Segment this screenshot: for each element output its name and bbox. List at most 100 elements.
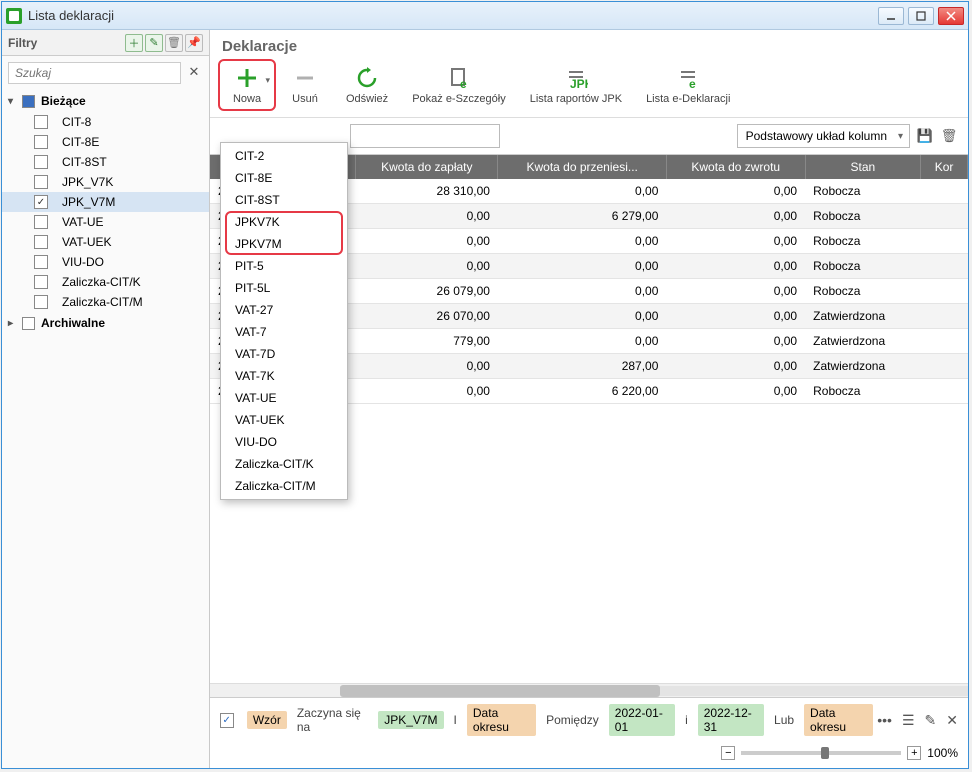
cell-zwrotu: 0,00	[666, 229, 805, 254]
dropdown-item[interactable]: Zaliczka-CIT/K	[221, 453, 347, 475]
chip-date1[interactable]: 2022-01-01	[609, 704, 675, 736]
sidebar: Filtry ＋ ✎ 🗑 📌 ✕ ▾ Bieżące CIT-8 CIT-8E CI…	[2, 30, 210, 768]
tree-item[interactable]: VAT-UEK	[2, 232, 209, 252]
dropdown-item[interactable]: VAT-7D	[221, 343, 347, 365]
edit-filter-button[interactable]: ✎	[145, 34, 163, 52]
tree-item[interactable]: ✓JPK_V7M	[2, 192, 209, 212]
dropdown-item[interactable]: VIU-DO	[221, 431, 347, 453]
close-button[interactable]	[938, 7, 964, 25]
tree-checkbox[interactable]	[34, 275, 48, 289]
cell-zaplaty: 28 310,00	[356, 179, 498, 204]
chip-date2[interactable]: 2022-12-31	[698, 704, 764, 736]
cell-zaplaty: 779,00	[356, 329, 498, 354]
e-list-icon: e	[675, 65, 701, 91]
column-header[interactable]: Kwota do zapłaty	[356, 155, 498, 179]
tree-item[interactable]: JPK_V7K	[2, 172, 209, 192]
dropdown-item[interactable]: CIT-2	[221, 145, 347, 167]
nowa-button[interactable]: ▾ Nowa	[218, 59, 276, 111]
tree-group-current[interactable]: ▾ Bieżące	[2, 90, 209, 112]
tree-item[interactable]: VAT-UE	[2, 212, 209, 232]
dropdown-item[interactable]: VAT-7	[221, 321, 347, 343]
tree-checkbox[interactable]	[34, 215, 48, 229]
horizontal-scrollbar[interactable]	[210, 683, 968, 697]
dropdown-item[interactable]: VAT-7K	[221, 365, 347, 387]
tree-checkbox[interactable]	[34, 295, 48, 309]
add-filter-button[interactable]: ＋	[125, 34, 143, 52]
dropdown-item[interactable]: PIT-5L	[221, 277, 347, 299]
tree-checkbox[interactable]	[34, 175, 48, 189]
plus-icon	[234, 65, 260, 91]
column-header[interactable]: Kor	[921, 155, 968, 179]
tree-checkbox[interactable]: ✓	[34, 195, 48, 209]
list-icon[interactable]: ☰	[902, 712, 915, 729]
tree-checkbox[interactable]	[34, 115, 48, 129]
edit-icon[interactable]: ✎	[925, 712, 937, 729]
chip-zaczyna: Zaczyna się na	[291, 704, 374, 736]
pokaz-button[interactable]: e Pokaż e-Szczegóły	[400, 59, 518, 111]
search-input[interactable]	[8, 62, 181, 84]
tree-checkbox[interactable]	[34, 155, 48, 169]
usun-button[interactable]: Usuń	[276, 59, 334, 111]
zoom-out-button[interactable]: −	[721, 746, 735, 760]
zoom-slider[interactable]	[741, 751, 901, 755]
cell-zwrotu: 0,00	[666, 279, 805, 304]
raporty-button[interactable]: JPK Lista raportów JPK	[518, 59, 634, 111]
dropdown-item[interactable]: VAT-UEK	[221, 409, 347, 431]
chip-wzor[interactable]: Wzór	[247, 711, 287, 729]
pin-filter-button[interactable]: 📌	[185, 34, 203, 52]
cell-przeniesienia: 0,00	[498, 254, 666, 279]
dropdown-item[interactable]: CIT-8ST	[221, 189, 347, 211]
dropdown-item[interactable]: Zaliczka-CIT/M	[221, 475, 347, 497]
more-icon[interactable]: •••	[877, 712, 892, 728]
column-header[interactable]: Kwota do przeniesi...	[498, 155, 666, 179]
cell-zaplaty: 0,00	[356, 379, 498, 404]
titlebar: Lista deklaracji	[2, 2, 968, 30]
delete-layout-button[interactable]: 🗑	[940, 127, 958, 145]
dropdown-item[interactable]: VAT-27	[221, 299, 347, 321]
maximize-button[interactable]	[908, 7, 934, 25]
tree-item[interactable]: Zaliczka-CIT/K	[2, 272, 209, 292]
tree-checkbox[interactable]	[34, 135, 48, 149]
delete-filter-button[interactable]: 🗑	[165, 34, 183, 52]
tree-item-label: CIT-8	[62, 115, 91, 129]
chip-data-okresu[interactable]: Data okresu	[467, 704, 536, 736]
edekl-button[interactable]: e Lista e-Deklaracji	[634, 59, 742, 111]
column-header[interactable]: Kwota do zwrotu	[666, 155, 805, 179]
filter-value-input[interactable]	[350, 124, 500, 148]
column-header[interactable]: Stan	[805, 155, 921, 179]
tree-item[interactable]: Zaliczka-CIT/M	[2, 292, 209, 312]
column-layout-dropdown[interactable]: Podstawowy układ kolumn	[737, 124, 910, 148]
nowa-dropdown-menu: CIT-2CIT-8ECIT-8STJPKV7KJPKV7MPIT-5PIT-5…	[220, 142, 348, 500]
tree-item[interactable]: CIT-8E	[2, 132, 209, 152]
jpk-list-icon: JPK	[563, 65, 589, 91]
clear-search-button[interactable]: ✕	[185, 64, 203, 82]
tree-checkbox[interactable]	[34, 255, 48, 269]
pokaz-label: Pokaż e-Szczegóły	[412, 93, 506, 105]
zoom-in-button[interactable]: +	[907, 746, 921, 760]
checkbox-group-archive[interactable]	[22, 317, 35, 330]
cell-zwrotu: 0,00	[666, 254, 805, 279]
tree-item[interactable]: VIU-DO	[2, 252, 209, 272]
save-layout-button[interactable]: 💾	[916, 127, 934, 145]
chip-data-okresu-2[interactable]: Data okresu	[804, 704, 873, 736]
dropdown-item[interactable]: JPKV7K	[221, 211, 347, 233]
dropdown-item[interactable]: JPKV7M	[221, 233, 347, 255]
chip-val1[interactable]: JPK_V7M	[378, 711, 443, 729]
close-filter-icon[interactable]: ✕	[946, 712, 958, 729]
dropdown-item[interactable]: VAT-UE	[221, 387, 347, 409]
refresh-icon	[354, 65, 380, 91]
filter-enabled-checkbox[interactable]: ✓	[220, 713, 234, 728]
tree-item-label: CIT-8ST	[62, 155, 107, 169]
tree-item[interactable]: CIT-8	[2, 112, 209, 132]
tree-checkbox[interactable]	[34, 235, 48, 249]
checkbox-group-current[interactable]	[22, 95, 35, 108]
dropdown-item[interactable]: CIT-8E	[221, 167, 347, 189]
usun-label: Usuń	[292, 93, 318, 105]
odswiez-button[interactable]: Odśwież	[334, 59, 400, 111]
tree-group-archive[interactable]: ▸ Archiwalne	[2, 312, 209, 334]
dropdown-item[interactable]: PIT-5	[221, 255, 347, 277]
cell-stan: Zatwierdzona	[805, 304, 921, 329]
tree-item[interactable]: CIT-8ST	[2, 152, 209, 172]
minimize-button[interactable]	[878, 7, 904, 25]
filters-header: Filtry ＋ ✎ 🗑 📌	[2, 30, 209, 56]
